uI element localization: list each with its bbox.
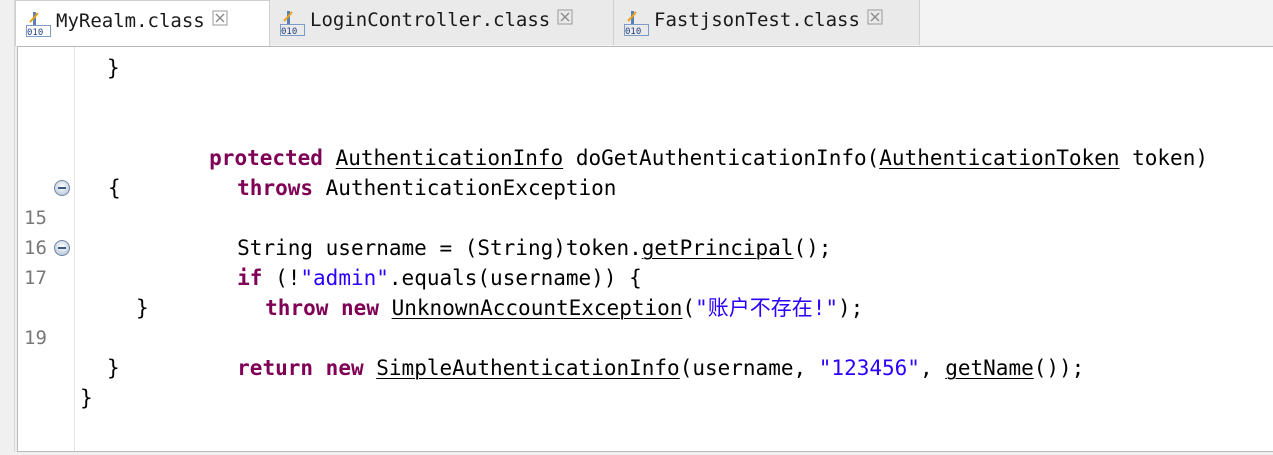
close-icon[interactable] xyxy=(866,8,884,26)
line-number: 16 xyxy=(24,237,47,259)
line-number: 15 xyxy=(24,207,47,229)
class-file-icon: 010 xyxy=(26,11,51,38)
tab-logincontroller[interactable]: 010 LoginController.class xyxy=(270,0,614,45)
left-strip xyxy=(0,0,15,455)
close-icon[interactable] xyxy=(556,8,574,26)
editor-window: 010 MyRealm.class 010 LoginController.cl… xyxy=(0,0,1273,455)
code-line[interactable]: protected AuthenticationInfo doGetAuthen… xyxy=(18,113,1268,170)
close-icon[interactable] xyxy=(211,9,229,27)
code-line[interactable]: { xyxy=(18,173,1268,203)
code-line[interactable]: } xyxy=(18,53,1268,83)
class-file-icon: 010 xyxy=(280,10,305,37)
code-line[interactable]: } xyxy=(18,383,1268,413)
tab-myrealm[interactable]: 010 MyRealm.class xyxy=(15,0,270,46)
code-text: } xyxy=(107,56,120,80)
tab-label: MyRealm.class xyxy=(56,9,205,32)
tab-fastjsontest[interactable]: 010 FastjsonTest.class xyxy=(614,0,920,45)
code-line[interactable]: throws AuthenticationException xyxy=(18,143,1268,200)
collapse-icon[interactable] xyxy=(53,179,71,197)
editor-tab-bar: 010 MyRealm.class 010 LoginController.cl… xyxy=(15,0,1273,46)
code-line[interactable]: 16 if (!"admin".equals(username)) { xyxy=(18,233,1268,290)
code-editor[interactable]: } protected AuthenticationInfo doGetAuth… xyxy=(17,46,1273,452)
code-text: } xyxy=(80,386,93,410)
class-file-icon: 010 xyxy=(624,10,649,37)
code-line[interactable]: 15 String username = (String)token.getPr… xyxy=(18,203,1268,260)
code-line[interactable]: 17 throw new UnknownAccountException("账户… xyxy=(18,263,1268,320)
code-text: } xyxy=(107,356,120,380)
code-line[interactable]: 19 return new SimpleAuthenticationInfo(u… xyxy=(18,323,1268,380)
line-number: 19 xyxy=(24,327,47,349)
collapse-icon[interactable] xyxy=(53,239,71,257)
code-text: } xyxy=(136,296,149,320)
code-line[interactable]: } xyxy=(18,293,1268,323)
code-line[interactable]: } xyxy=(18,353,1268,383)
code-text: { xyxy=(108,176,121,200)
line-number: 17 xyxy=(24,267,47,289)
tab-label: LoginController.class xyxy=(310,8,551,31)
tab-label: FastjsonTest.class xyxy=(654,8,860,31)
